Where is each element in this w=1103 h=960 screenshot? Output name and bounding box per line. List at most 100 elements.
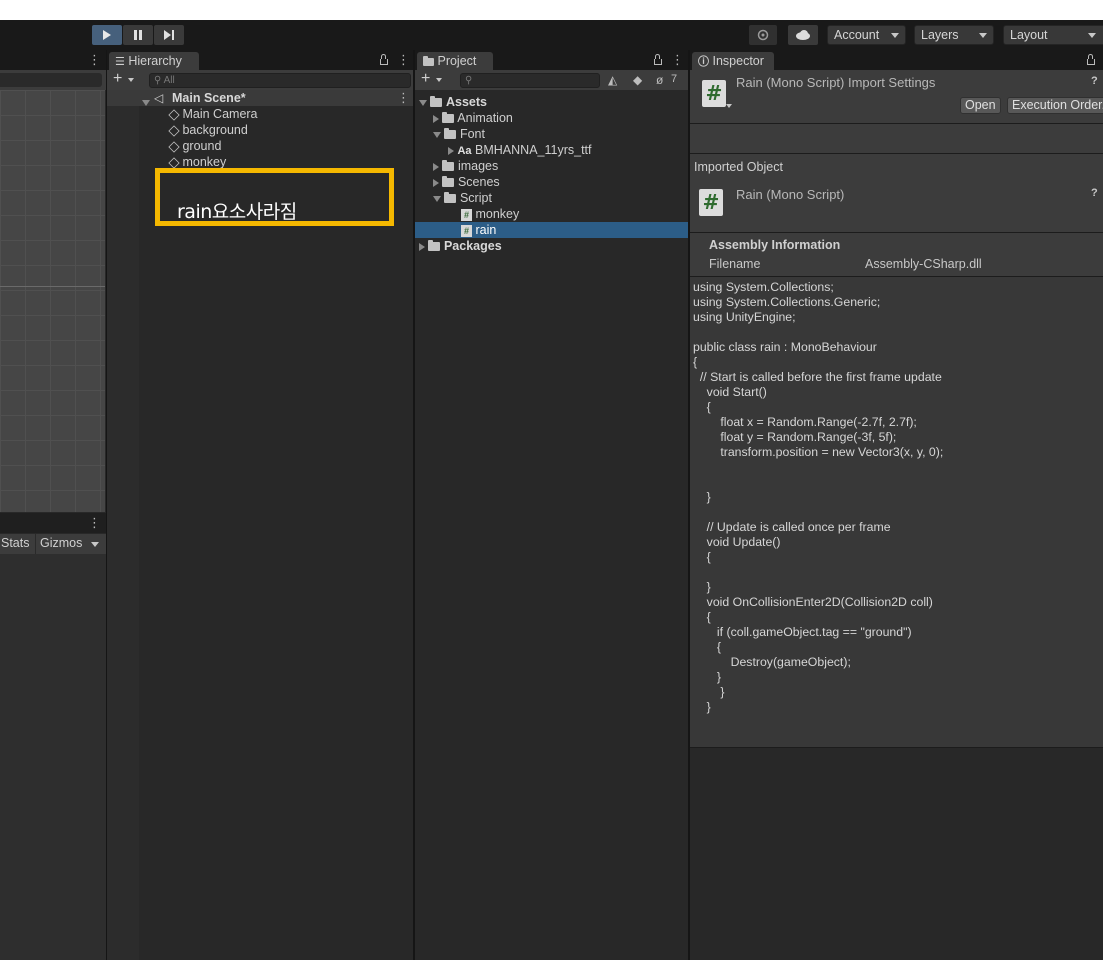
folder-icon: [428, 240, 441, 252]
game-tabbar: ⋮: [0, 513, 106, 533]
stats-button[interactable]: Stats: [1, 536, 30, 550]
chevron-down-icon[interactable]: [128, 78, 134, 82]
execution-order-button[interactable]: Execution Order...: [1007, 97, 1103, 114]
search-icon: ⚲: [465, 75, 473, 86]
layout-dropdown[interactable]: Layout: [1003, 25, 1103, 45]
tree-item-scenes[interactable]: Scenes: [433, 174, 500, 190]
tab-inspector[interactable]: ⓘ Inspector: [692, 52, 774, 70]
tree-item-label: rain: [475, 223, 497, 237]
info-icon: ⓘ: [698, 56, 709, 68]
filename-label: Filename: [709, 257, 761, 271]
hierarchy-item-ground[interactable]: ground: [168, 138, 221, 154]
folder-icon: [442, 112, 455, 124]
scene-view-grid[interactable]: [0, 90, 105, 512]
account-label: Account: [834, 28, 880, 42]
expand-arrow-icon[interactable]: [433, 131, 441, 138]
account-dropdown[interactable]: Account: [827, 25, 906, 45]
more-options-icon[interactable]: ⋮: [671, 52, 684, 68]
tree-item-font[interactable]: Font: [433, 126, 485, 142]
tree-item-label: images: [457, 159, 499, 173]
expand-arrow-icon[interactable]: [419, 242, 425, 251]
search-by-label-icon[interactable]: ◆: [633, 73, 642, 87]
script-hash-icon: #: [699, 189, 723, 216]
collab-button[interactable]: [749, 25, 777, 45]
main-toolbar: Account Layers Layout: [0, 20, 1103, 50]
tree-item-label: Packages: [443, 239, 502, 253]
tree-item-script[interactable]: Script: [433, 190, 492, 206]
grid-horizon-line: [0, 286, 105, 287]
more-options-icon[interactable]: ⋮: [88, 515, 101, 531]
expand-arrow-icon[interactable]: [433, 195, 441, 202]
lock-icon[interactable]: [654, 54, 662, 65]
search-icon: ⚲: [154, 75, 162, 86]
inspector-spacer: [690, 124, 1103, 154]
hierarchy-item-background[interactable]: background: [168, 122, 248, 138]
hierarchy-list-icon: ☰: [115, 56, 125, 68]
tree-item-label: Animation: [457, 111, 513, 125]
tree-item-packages[interactable]: Packages: [419, 238, 502, 254]
expand-arrow-icon[interactable]: [448, 146, 454, 155]
hidden-packages-count: 7: [671, 73, 678, 85]
tab-project[interactable]: Project: [417, 52, 493, 70]
chevron-down-icon[interactable]: [726, 104, 732, 108]
hierarchy-item-main-camera[interactable]: Main Camera: [168, 106, 258, 122]
chevron-down-icon[interactable]: [91, 542, 99, 547]
annotation-text: rain요소사라짐: [177, 201, 297, 223]
hierarchy-search-input[interactable]: ⚲ All: [149, 73, 411, 88]
open-button[interactable]: Open: [960, 97, 1001, 114]
project-search-input[interactable]: ⚲: [460, 73, 600, 88]
layers-dropdown[interactable]: Layers: [914, 25, 994, 45]
hidden-packages-icon[interactable]: ø: [656, 73, 663, 87]
help-icon[interactable]: ?: [1091, 75, 1098, 87]
scene-search-input[interactable]: [0, 73, 102, 87]
cloud-button[interactable]: [788, 25, 818, 45]
chevron-down-icon: [1088, 33, 1096, 38]
help-icon[interactable]: ?: [1091, 187, 1098, 199]
inspector-empty-area: [690, 748, 1103, 960]
scene-toolbar: [0, 70, 106, 90]
play-button[interactable]: [92, 25, 122, 45]
scene-row[interactable]: ◁ Main Scene* ⋮: [107, 90, 413, 106]
inspector-tabbar: ⓘ Inspector: [690, 50, 1103, 70]
pause-button[interactable]: [123, 25, 153, 45]
expand-arrow-icon[interactable]: [142, 95, 150, 109]
tree-item-images[interactable]: images: [433, 158, 498, 174]
expand-arrow-icon[interactable]: [433, 162, 439, 171]
create-plus-icon[interactable]: +: [113, 70, 122, 88]
more-options-icon[interactable]: ⋮: [88, 52, 101, 68]
imported-object-section: Imported Object # Rain (Mono Script) ?: [690, 154, 1103, 232]
unity-scene-icon: ◁: [154, 91, 164, 105]
expand-arrow-icon[interactable]: [433, 114, 439, 123]
layout-label: Layout: [1010, 28, 1048, 42]
lock-icon[interactable]: [1087, 54, 1095, 65]
inspector-header-title: Rain (Mono Script) Import Settings: [736, 75, 936, 90]
tree-item-script-monkey[interactable]: # monkey: [461, 206, 519, 222]
folder-icon: [423, 55, 434, 66]
expand-arrow-icon[interactable]: [433, 178, 439, 187]
create-plus-icon[interactable]: +: [421, 70, 430, 88]
more-options-icon[interactable]: ⋮: [397, 52, 410, 68]
script-hash-icon: #: [461, 208, 472, 221]
panel-separator[interactable]: [106, 50, 107, 960]
gizmos-button[interactable]: Gizmos: [40, 536, 82, 550]
collab-icon: [757, 29, 769, 41]
more-options-icon[interactable]: ⋮: [397, 90, 410, 106]
lock-icon[interactable]: [380, 54, 388, 65]
tree-item-font-file[interactable]: Aa BMHANNA_11yrs_ttf: [448, 142, 592, 158]
script-code-preview: using System.Collections; using System.C…: [693, 280, 944, 714]
tab-hierarchy[interactable]: ☰ Hierarchy: [109, 52, 199, 70]
pause-icon: [134, 30, 142, 40]
step-icon: [163, 30, 174, 40]
chevron-down-icon[interactable]: [436, 78, 442, 82]
expand-arrow-icon[interactable]: [419, 99, 427, 106]
imported-object-label: Imported Object: [694, 160, 783, 174]
search-by-type-icon[interactable]: ◭: [608, 73, 617, 87]
step-button[interactable]: [154, 25, 184, 45]
game-view[interactable]: [0, 554, 106, 960]
cloud-icon: [796, 30, 810, 40]
tree-item-animation[interactable]: Animation: [433, 110, 513, 126]
tree-item-script-rain-selected[interactable]: # rain: [415, 222, 688, 238]
tree-item-assets[interactable]: Assets: [419, 94, 487, 110]
hierarchy-tabbar: ☰ Hierarchy ⋮: [107, 50, 413, 70]
hierarchy-search-placeholder: All: [163, 75, 175, 86]
